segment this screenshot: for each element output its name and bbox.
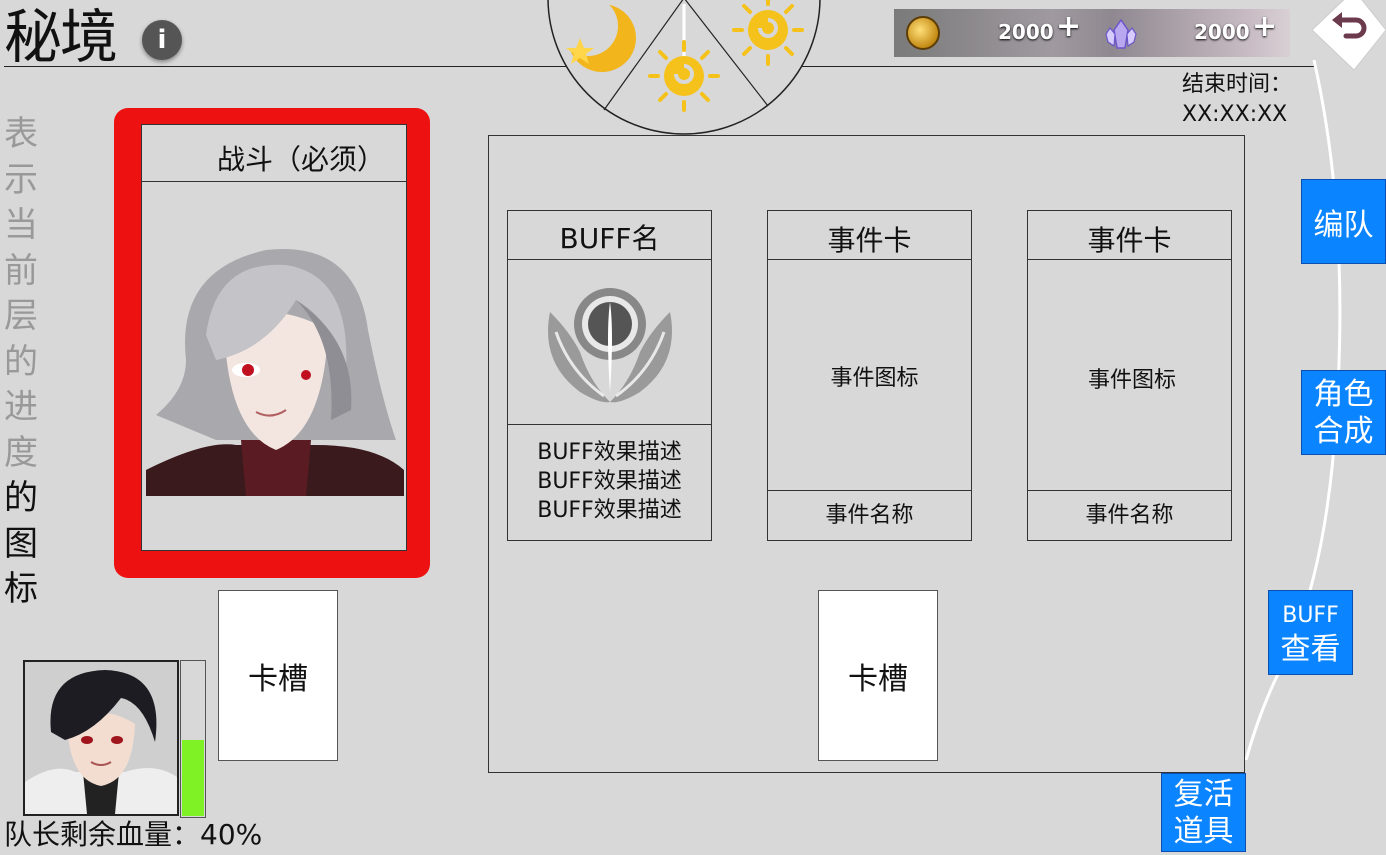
crystal-icon <box>1105 18 1137 49</box>
buff-card-divider <box>507 424 712 425</box>
progress-char: 图 <box>4 523 38 564</box>
team-formation-button[interactable]: 编队 <box>1301 179 1386 264</box>
event-card-name: 事件名称 <box>767 490 972 541</box>
leader-portrait <box>25 662 177 814</box>
progress-char: 当 <box>4 205 38 245</box>
buff-description-line: BUFF效果描述 <box>537 469 682 494</box>
event-icon-placeholder: 事件图标 <box>1087 368 1176 393</box>
buff-emblem-icon <box>548 288 672 403</box>
end-time-label: 结束时间： <box>1182 72 1293 97</box>
buff-view-label-line1: BUFF <box>1282 602 1339 628</box>
event-card-name: 事件名称 <box>1027 490 1232 541</box>
revive-item-button[interactable]: 复活 道具 <box>1161 773 1246 852</box>
floor-wheel[interactable] <box>546 0 822 136</box>
buff-description-line: BUFF效果描述 <box>537 440 682 465</box>
progress-char: 表 <box>4 114 38 154</box>
team-formation-label: 编队 <box>1313 207 1374 243</box>
page-title: 秘境 <box>4 3 118 71</box>
buff-descriptions: BUFF效果描述 BUFF效果描述 BUFF效果描述 <box>507 438 712 525</box>
progress-char: 前 <box>4 250 38 291</box>
event-icon-placeholder: 事件图标 <box>830 366 919 391</box>
info-icon[interactable]: i <box>142 20 182 60</box>
compose-label-line2: 合成 <box>1313 413 1374 449</box>
leader-hp-fill <box>182 740 204 816</box>
crystal-amount: 2000 <box>1194 20 1250 44</box>
end-time: 结束时间： XX:XX:XX <box>1182 70 1292 130</box>
progress-char: 的 <box>4 478 38 518</box>
event-card-title: 事件卡 <box>767 210 972 260</box>
end-time-value: XX:XX:XX <box>1182 102 1288 127</box>
character-compose-button[interactable]: 角色 合成 <box>1301 370 1386 455</box>
progress-char: 进 <box>4 387 38 427</box>
buff-view-label-line2: 查看 <box>1280 631 1341 667</box>
add-gold-button[interactable]: + <box>1056 12 1081 42</box>
revive-label-line2: 道具 <box>1173 813 1234 849</box>
buff-card-title: BUFF名 <box>507 210 712 260</box>
back-button[interactable] <box>1306 0 1386 76</box>
floor-progress-indicator: 表 示 当 前 层 的 进 度 的 图 标 <box>4 112 44 613</box>
card-slot-center[interactable]: 卡槽 <box>818 590 938 761</box>
add-crystal-button[interactable]: + <box>1252 12 1277 42</box>
leader-avatar[interactable] <box>23 660 179 816</box>
card-slot-left[interactable]: 卡槽 <box>218 590 338 761</box>
revive-label-line1: 复活 <box>1173 776 1234 812</box>
compose-label-line1: 角色 <box>1313 376 1374 412</box>
progress-char: 标 <box>4 569 38 609</box>
combat-card-title: 战斗（必须） <box>141 124 407 182</box>
event-card-title: 事件卡 <box>1027 210 1232 260</box>
leader-hp-text: 队长剩余血量：40% <box>4 818 263 851</box>
leader-hp-bar <box>180 660 206 818</box>
gold-coin-icon <box>906 16 940 50</box>
progress-char: 的 <box>4 341 38 382</box>
progress-char: 层 <box>4 296 38 336</box>
gold-amount: 2000 <box>998 20 1054 44</box>
progress-char: 度 <box>4 432 38 473</box>
enemy-portrait <box>146 240 404 496</box>
progress-char: 示 <box>4 159 38 200</box>
buff-description-line: BUFF效果描述 <box>537 498 682 523</box>
buff-view-button[interactable]: BUFF 查看 <box>1268 590 1353 675</box>
